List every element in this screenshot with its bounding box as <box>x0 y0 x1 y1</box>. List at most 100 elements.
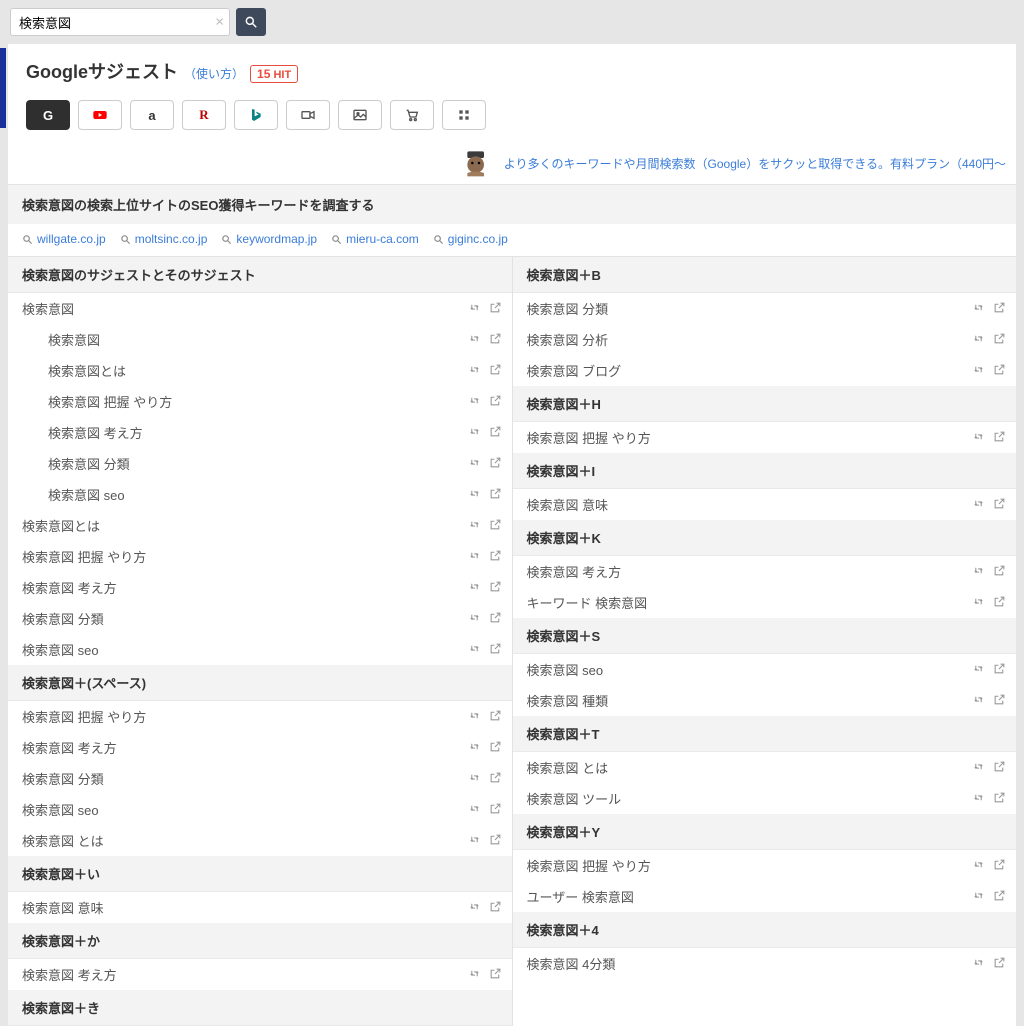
suggest-item[interactable]: 検索意図 把握 やり方 <box>8 701 512 732</box>
retweet-icon[interactable] <box>468 580 481 596</box>
external-link-icon[interactable] <box>993 693 1006 709</box>
external-link-icon[interactable] <box>489 549 502 565</box>
suggest-item[interactable]: 検索意図 種類 <box>513 685 1017 716</box>
external-link-icon[interactable] <box>489 802 502 818</box>
engine-tab-google[interactable]: G <box>26 100 70 130</box>
retweet-icon[interactable] <box>468 967 481 983</box>
retweet-icon[interactable] <box>468 740 481 756</box>
external-link-icon[interactable] <box>489 363 502 379</box>
suggest-item[interactable]: 検索意図 考え方 <box>8 572 512 603</box>
suggest-item[interactable]: キーワード 検索意図 <box>513 587 1017 618</box>
external-link-icon[interactable] <box>489 425 502 441</box>
suggest-item[interactable]: 検索意図 把握 やり方 <box>513 850 1017 881</box>
suggest-item[interactable]: 検索意図 把握 やり方 <box>8 386 512 417</box>
usage-link[interactable]: （使い方） <box>184 65 244 82</box>
retweet-icon[interactable] <box>972 791 985 807</box>
suggest-item[interactable]: 検索意図 分類 <box>8 763 512 794</box>
retweet-icon[interactable] <box>972 889 985 905</box>
retweet-icon[interactable] <box>468 394 481 410</box>
engine-tab-video[interactable] <box>286 100 330 130</box>
suggest-item[interactable]: 検索意図 意味 <box>8 892 512 923</box>
retweet-icon[interactable] <box>972 662 985 678</box>
retweet-icon[interactable] <box>972 497 985 513</box>
engine-tab-amazon[interactable]: a <box>130 100 174 130</box>
suggest-item[interactable]: 検索意図 seo <box>513 654 1017 685</box>
external-link-icon[interactable] <box>489 301 502 317</box>
retweet-icon[interactable] <box>972 693 985 709</box>
external-link-icon[interactable] <box>489 580 502 596</box>
external-link-icon[interactable] <box>489 833 502 849</box>
suggest-item[interactable]: 検索意図 分類 <box>513 293 1017 324</box>
seo-site-link[interactable]: willgate.co.jp <box>22 232 106 246</box>
suggest-item[interactable]: 検索意図 seo <box>8 794 512 825</box>
retweet-icon[interactable] <box>468 771 481 787</box>
suggest-item[interactable]: 検索意図 とは <box>8 825 512 856</box>
suggest-item[interactable]: 検索意図 分類 <box>8 603 512 634</box>
seo-site-link[interactable]: moltsinc.co.jp <box>120 232 208 246</box>
external-link-icon[interactable] <box>993 564 1006 580</box>
suggest-item[interactable]: 検索意図 ツール <box>513 783 1017 814</box>
search-button[interactable] <box>236 8 266 36</box>
retweet-icon[interactable] <box>972 760 985 776</box>
suggest-item[interactable]: 検索意図 4分類 <box>513 948 1017 979</box>
suggest-item[interactable]: 検索意図 <box>8 293 512 324</box>
suggest-item[interactable]: 検索意図とは <box>8 510 512 541</box>
external-link-icon[interactable] <box>489 900 502 916</box>
external-link-icon[interactable] <box>489 967 502 983</box>
external-link-icon[interactable] <box>489 771 502 787</box>
retweet-icon[interactable] <box>972 858 985 874</box>
retweet-icon[interactable] <box>468 301 481 317</box>
suggest-item[interactable]: 検索意図 とは <box>513 752 1017 783</box>
external-link-icon[interactable] <box>993 956 1006 972</box>
external-link-icon[interactable] <box>489 740 502 756</box>
external-link-icon[interactable] <box>489 394 502 410</box>
external-link-icon[interactable] <box>489 487 502 503</box>
retweet-icon[interactable] <box>972 363 985 379</box>
retweet-icon[interactable] <box>468 833 481 849</box>
retweet-icon[interactable] <box>972 301 985 317</box>
promo-link[interactable]: より多くのキーワードや月間検索数（Google）をサクッと取得できる。有料プラン… <box>504 155 1006 172</box>
suggest-item[interactable]: ユーザー 検索意図 <box>513 881 1017 912</box>
retweet-icon[interactable] <box>468 363 481 379</box>
external-link-icon[interactable] <box>993 662 1006 678</box>
retweet-icon[interactable] <box>468 487 481 503</box>
suggest-item[interactable]: 検索意図 意味 <box>513 489 1017 520</box>
engine-tab-shopping[interactable] <box>390 100 434 130</box>
suggest-item[interactable]: 検索意図 seo <box>8 634 512 665</box>
external-link-icon[interactable] <box>489 709 502 725</box>
external-link-icon[interactable] <box>489 642 502 658</box>
retweet-icon[interactable] <box>972 332 985 348</box>
retweet-icon[interactable] <box>468 456 481 472</box>
search-input[interactable] <box>10 8 230 36</box>
external-link-icon[interactable] <box>489 456 502 472</box>
engine-tab-rakuten[interactable]: R <box>182 100 226 130</box>
suggest-item[interactable]: 検索意図 考え方 <box>8 417 512 448</box>
external-link-icon[interactable] <box>993 858 1006 874</box>
retweet-icon[interactable] <box>468 642 481 658</box>
external-link-icon[interactable] <box>993 430 1006 446</box>
external-link-icon[interactable] <box>489 518 502 534</box>
suggest-item[interactable]: 検索意図 分類 <box>8 448 512 479</box>
external-link-icon[interactable] <box>993 332 1006 348</box>
retweet-icon[interactable] <box>468 332 481 348</box>
retweet-icon[interactable] <box>468 802 481 818</box>
retweet-icon[interactable] <box>972 956 985 972</box>
external-link-icon[interactable] <box>993 497 1006 513</box>
retweet-icon[interactable] <box>972 430 985 446</box>
retweet-icon[interactable] <box>972 564 985 580</box>
suggest-item[interactable]: 検索意図 把握 やり方 <box>8 541 512 572</box>
suggest-item[interactable]: 検索意図とは <box>8 355 512 386</box>
suggest-item[interactable]: 検索意図 考え方 <box>8 732 512 763</box>
retweet-icon[interactable] <box>468 425 481 441</box>
suggest-item[interactable]: 検索意図 考え方 <box>8 959 512 990</box>
retweet-icon[interactable] <box>468 549 481 565</box>
engine-tab-youtube[interactable] <box>78 100 122 130</box>
engine-tab-image[interactable] <box>338 100 382 130</box>
seo-site-link[interactable]: mieru-ca.com <box>331 232 419 246</box>
external-link-icon[interactable] <box>993 595 1006 611</box>
retweet-icon[interactable] <box>468 709 481 725</box>
retweet-icon[interactable] <box>468 900 481 916</box>
engine-tab-bing[interactable] <box>234 100 278 130</box>
suggest-item[interactable]: 検索意図 seo <box>8 479 512 510</box>
external-link-icon[interactable] <box>993 760 1006 776</box>
